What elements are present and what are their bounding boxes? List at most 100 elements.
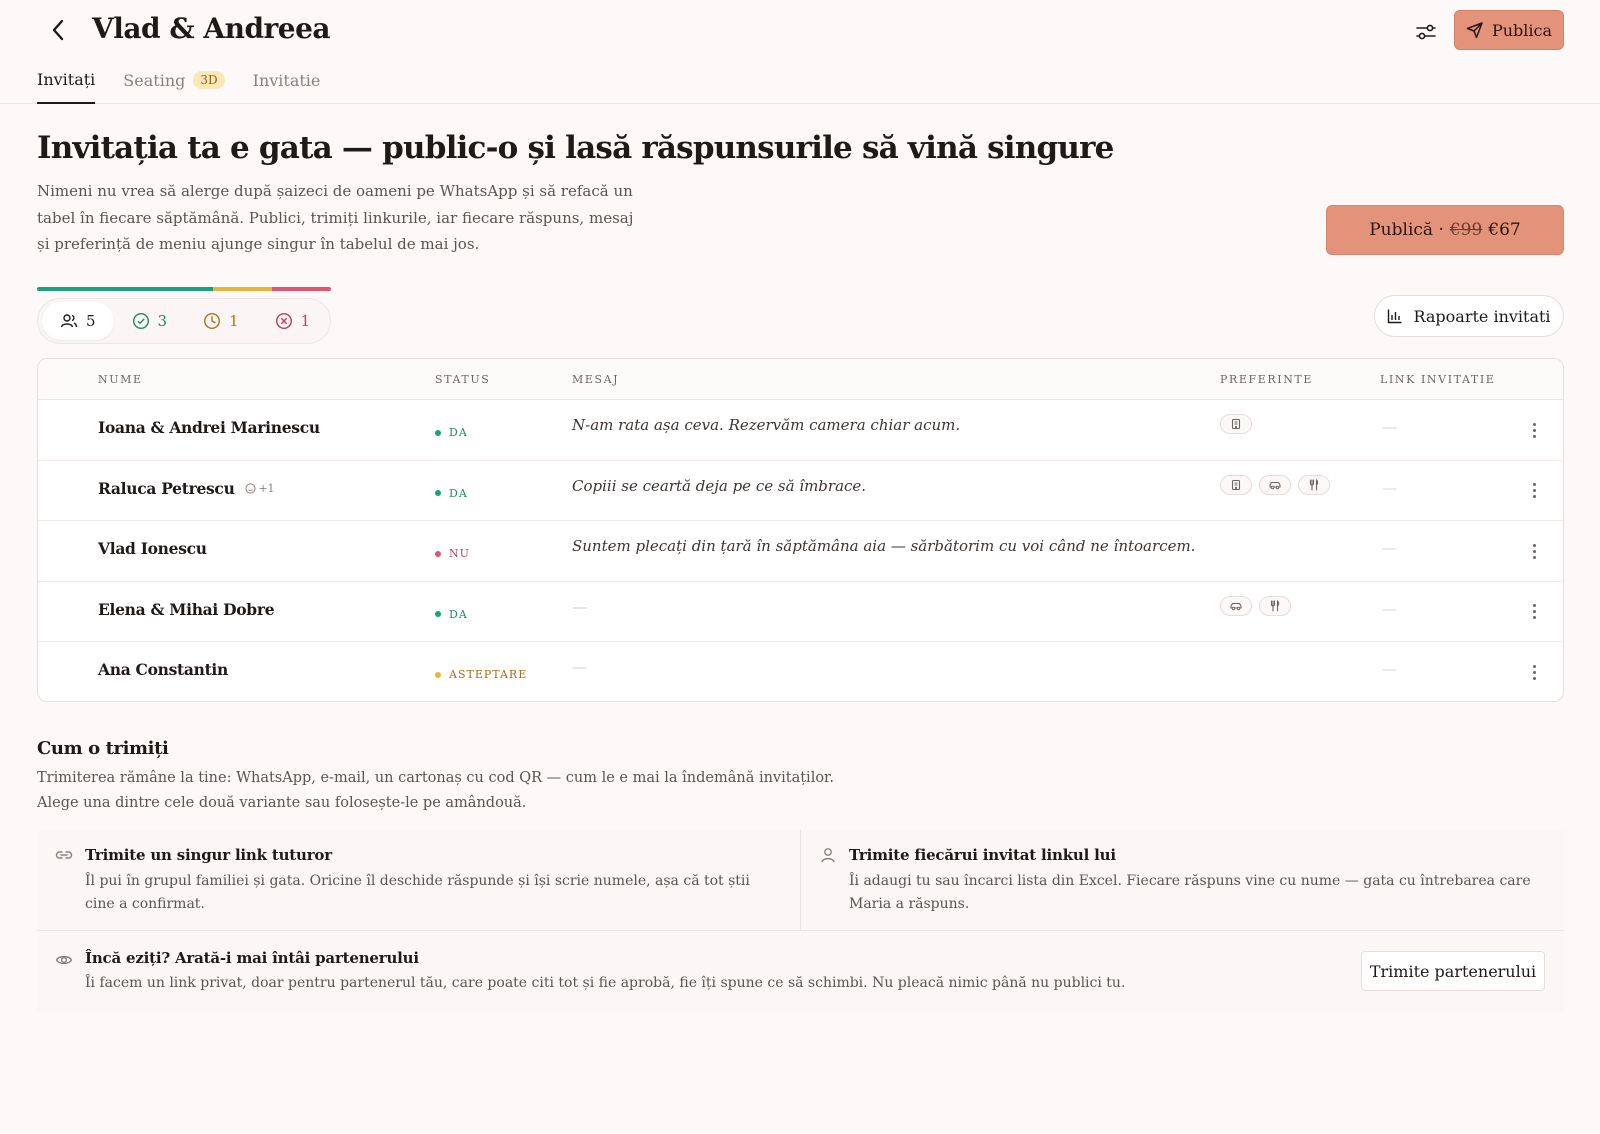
guest-message: N-am rata așa ceva. Rezervăm camera chia… [572, 416, 961, 434]
invitation-link[interactable]: — [1382, 539, 1397, 557]
table-row[interactable]: Ana Constantin ASTEPTARE — — [38, 642, 1563, 701]
preference-car-icon [1220, 595, 1252, 616]
users-icon [60, 314, 78, 328]
page-title: Vlad & Andreea [92, 12, 331, 45]
preference-utensils-icon [1298, 474, 1330, 495]
status-dot [435, 550, 441, 557]
guest-name: Elena & Mihai Dobre [98, 599, 275, 619]
hero-title: Invitația ta e gata — public-o și lasă r… [37, 130, 1114, 166]
status-badge: DA [435, 426, 468, 439]
progress-confirmed [37, 287, 214, 291]
column-header-link[interactable]: LINK INVITATIE [1380, 373, 1495, 386]
partner-preview-section: Încă eziți? Arată-i mai întâi partenerul… [37, 930, 1564, 1012]
preference-car-icon [1259, 474, 1291, 495]
invitation-link[interactable]: — [1382, 479, 1397, 497]
table-row[interactable]: Vlad Ionescu NU Suntem plecați din țară în… [38, 521, 1563, 582]
reports-button[interactable]: Rapoarte invitati [1374, 295, 1564, 337]
guest-name-cell: Ioana & Andrei Marinescu [98, 418, 320, 437]
publish-button-top[interactable]: Publica [1454, 10, 1564, 50]
option-single-link[interactable]: Trimite un singur link tuturor Îl pui în… [37, 830, 800, 930]
status-dot [435, 611, 441, 617]
table-row[interactable]: Elena & Mihai Dobre DA — — [38, 582, 1563, 642]
rsvp-progress-bar [37, 287, 331, 291]
guest-name: Ioana & Andrei Marinescu [98, 418, 320, 437]
tab-label: Invitați [37, 69, 96, 89]
send-to-partner-button[interactable]: Trimite partenerului [1361, 951, 1545, 991]
table-body: Ioana & Andrei Marinescu DA N-am rata așa … [38, 400, 1563, 701]
option-individual-links-description: Îi adaugi tu sau încarci lista din Excel… [849, 873, 1531, 912]
row-menu-button[interactable] [1526, 662, 1542, 682]
guest-preferences [1220, 595, 1291, 616]
invitation-link[interactable]: — [1382, 660, 1397, 678]
guest-name: Ana Constantin [98, 660, 228, 679]
plus-one-count: +1 [258, 481, 275, 495]
status-dot [435, 671, 441, 678]
bar-chart-icon [1388, 309, 1402, 324]
x-circle-icon [275, 312, 292, 330]
row-menu-button[interactable] [1526, 420, 1542, 440]
column-header-name[interactable]: NUME [98, 373, 143, 386]
row-menu-button[interactable] [1526, 541, 1542, 561]
send-section-description: Trimiterea rămâne la tine: WhatsApp, e-m… [37, 770, 835, 811]
guest-table: NUME STATUS MESAJ PREFERINTE LINK INVITA… [37, 358, 1564, 702]
plus-one-indicator: +1 [244, 481, 275, 495]
clock-icon [204, 312, 221, 330]
option-individual-links[interactable]: Trimite fiecărui invitat linkul lui Îi a… [800, 830, 1564, 930]
invitation-link[interactable]: — [1382, 418, 1397, 436]
publish-price-label: Publică · [1369, 220, 1444, 240]
guest-name-cell: Ana Constantin [98, 660, 228, 679]
guest-name-cell: Elena & Mihai Dobre [98, 599, 275, 619]
tab-seating[interactable]: Seating 3D [123, 66, 225, 104]
preference-hotel-icon [1220, 414, 1252, 434]
stat-confirmed-count: 3 [157, 312, 168, 330]
guest-preferences [1220, 414, 1252, 434]
tab-label: Seating [123, 70, 186, 90]
row-menu-button[interactable] [1526, 602, 1542, 622]
guest-name-cell: Vlad Ionescu [98, 539, 207, 558]
table-row[interactable]: Ioana & Andrei Marinescu DA N-am rata așa … [38, 400, 1563, 461]
tab-bar: Invitați Seating 3D Invitatie [37, 66, 320, 104]
row-menu-button[interactable] [1526, 481, 1542, 501]
partner-description: Îi facem un link privat, doar pentru par… [85, 975, 1126, 991]
partner-title: Încă eziți? Arată-i mai întâi partenerul… [85, 949, 419, 967]
column-header-preferences[interactable]: PREFERINTE [1220, 373, 1313, 386]
guest-message: — [572, 597, 587, 616]
link-icon [55, 851, 73, 859]
hero-description: Nimeni nu vrea să alerge după șaizeci de… [37, 182, 634, 253]
tab-invitatie[interactable]: Invitatie [253, 66, 321, 104]
status-label: ASTEPTARE [449, 668, 528, 681]
guest-message: Suntem plecați din țară în săptămâna aia… [572, 537, 1196, 555]
stat-pending[interactable]: 1 [185, 302, 257, 340]
stat-total[interactable]: 5 [42, 302, 114, 340]
tab-invitati[interactable]: Invitați [37, 66, 96, 104]
back-button[interactable] [44, 14, 72, 46]
publish-price-button[interactable]: Publică · €99 €67 [1326, 205, 1564, 255]
column-header-message[interactable]: MESAJ [572, 373, 619, 386]
option-individual-links-title: Trimite fiecărui invitat linkul lui [849, 846, 1116, 864]
smile-icon [244, 482, 256, 494]
stat-confirmed[interactable]: 3 [114, 302, 186, 340]
check-circle-icon [132, 312, 149, 330]
send-options: Trimite un singur link tuturor Îl pui în… [37, 830, 1564, 930]
guest-name: Raluca Petrescu [98, 478, 235, 498]
eye-icon [55, 955, 73, 965]
guest-preferences [1220, 474, 1330, 495]
top-bar: Vlad & Andreea Invitați Seating 3D Invit… [0, 0, 1600, 104]
table-header: NUME STATUS MESAJ PREFERINTE LINK INVITA… [38, 359, 1563, 400]
guest-message: Copiii se ceartă deja pe ce să îmbrace. [572, 476, 867, 495]
stat-total-count: 5 [86, 312, 96, 330]
guest-message: — [572, 658, 587, 676]
invitation-link[interactable]: — [1382, 600, 1397, 618]
status-badge: DA [435, 608, 468, 621]
table-row[interactable]: Raluca Petrescu +1 DA Copiii se ceartă deja… [38, 461, 1563, 521]
status-label: DA [449, 426, 468, 439]
status-dot [435, 429, 441, 436]
guest-name: Vlad Ionescu [98, 539, 207, 558]
stat-declined[interactable]: 1 [257, 302, 329, 340]
settings-filter-button[interactable] [1410, 16, 1442, 48]
badge-3d: 3D [193, 71, 225, 89]
column-header-status[interactable]: STATUS [435, 373, 490, 386]
status-dot [435, 490, 441, 496]
status-badge: ASTEPTARE [435, 668, 527, 681]
guest-name-cell: Raluca Petrescu +1 [98, 479, 274, 498]
